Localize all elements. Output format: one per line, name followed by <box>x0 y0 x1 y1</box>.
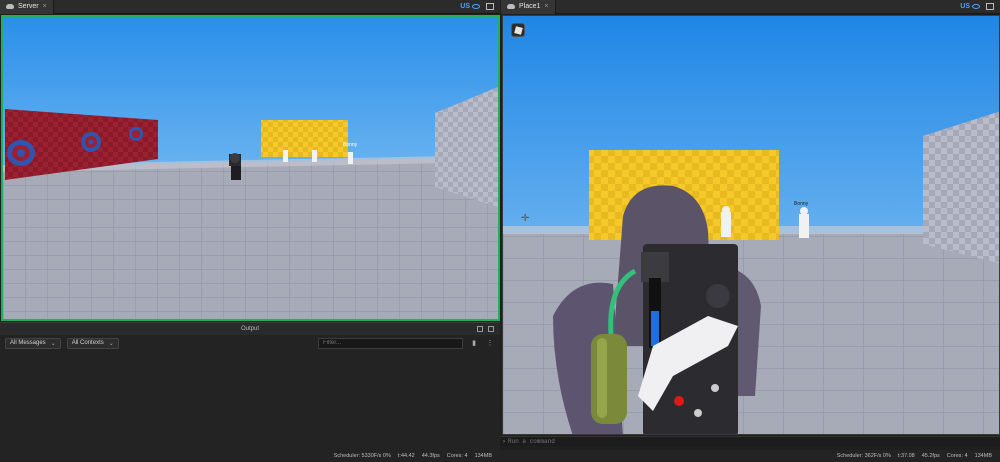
tab-place1-label: Place1 <box>519 3 541 10</box>
scheduler-stat: Scheduler: 362F/s 0% <box>836 453 891 459</box>
grey-wall <box>923 111 999 264</box>
status-bar-client: Scheduler: 362F/s 0% t:37.08 45.2fps Cor… <box>500 450 1000 462</box>
command-prompt-icon: › <box>503 438 505 445</box>
close-icon[interactable]: × <box>544 3 548 10</box>
roblox-menu-button[interactable] <box>511 23 525 37</box>
close-panel-icon[interactable] <box>488 326 494 332</box>
region-badge[interactable]: US <box>960 3 980 10</box>
window-icon[interactable] <box>986 3 994 10</box>
contexts-filter-label: All Contexts <box>71 340 104 346</box>
tab-place1[interactable]: Place1 × <box>501 0 556 14</box>
close-icon[interactable]: × <box>43 3 47 10</box>
popout-icon[interactable] <box>477 326 483 332</box>
window-icon[interactable] <box>486 3 494 10</box>
baseplate <box>3 157 498 319</box>
eye-icon <box>972 4 980 9</box>
cores-stat: Cores: 4 <box>446 453 468 459</box>
player-nametag: Bonny <box>343 142 358 148</box>
tab-server[interactable]: Server × <box>0 0 54 14</box>
yellow-wall <box>261 120 348 157</box>
filter-input[interactable] <box>318 337 463 349</box>
output-title: Output <box>240 326 259 332</box>
output-panel: Output All Messages ⌄ All Contexts ⌄ ▮ ⋮ <box>0 322 500 450</box>
scheduler-stat: Scheduler: 5330F/s 0% <box>333 453 391 459</box>
cloud-icon <box>6 4 14 9</box>
messages-filter-label: All Messages <box>10 340 46 346</box>
studio-window: Server × US Place1 × US Bonny Bonny ✛ Ou… <box>0 0 1000 462</box>
region-label: US <box>960 3 970 10</box>
messages-filter-dropdown[interactable]: All Messages ⌄ <box>5 337 61 349</box>
time-stat: t:44.42 <box>397 453 415 459</box>
time-stat: t:37.08 <box>897 453 915 459</box>
target-icon <box>129 127 143 141</box>
region-badge[interactable]: US <box>460 3 480 10</box>
target-icon <box>81 132 101 152</box>
tab-server-label: Server <box>18 3 39 10</box>
more-vertical-icon[interactable]: ⋮ <box>485 339 495 347</box>
region-label: US <box>460 3 470 10</box>
client-viewport[interactable]: Bonny ✛ <box>502 15 1000 435</box>
command-bar: › <box>500 436 1000 446</box>
cores-stat: Cores: 4 <box>946 453 968 459</box>
status-bar-server: Scheduler: 5330F/s 0% t:44.42 44.3fps Co… <box>0 450 500 462</box>
left-tab-bar: Server × US <box>0 0 500 14</box>
server-scene: Bonny <box>3 17 498 319</box>
right-tab-bar: Place1 × US <box>501 0 1000 14</box>
target-icon <box>7 140 35 166</box>
trash-icon[interactable]: ▮ <box>469 339 479 347</box>
player-nametag: Bonny <box>794 201 809 207</box>
chevron-down-icon: ⌄ <box>50 340 56 347</box>
output-header: Output <box>0 323 500 335</box>
crosshair-icon: ✛ <box>521 213 530 224</box>
server-viewport[interactable]: Bonny <box>1 15 500 321</box>
contexts-filter-dropdown[interactable]: All Contexts ⌄ <box>66 337 119 349</box>
memory-stat: 134MB <box>974 453 992 459</box>
eye-icon <box>472 4 480 9</box>
memory-stat: 134MB <box>474 453 492 459</box>
client-scene: Bonny <box>503 16 999 434</box>
command-input[interactable] <box>508 438 808 445</box>
chevron-down-icon: ⌄ <box>108 340 114 347</box>
fps-stat: 44.3fps <box>421 453 440 459</box>
output-log[interactable] <box>0 351 500 451</box>
roblox-logo-icon <box>513 25 523 35</box>
cloud-icon <box>507 4 515 9</box>
output-toolbar: All Messages ⌄ All Contexts ⌄ ▮ ⋮ <box>0 335 500 351</box>
fps-stat: 45.2fps <box>921 453 940 459</box>
